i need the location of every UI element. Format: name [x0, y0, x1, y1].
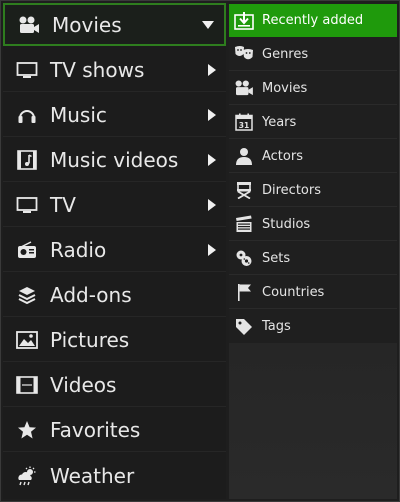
- weather-icon: [16, 465, 38, 487]
- menu-item-label: Pictures: [50, 328, 130, 352]
- submenu-item-label: Directors: [262, 182, 321, 198]
- film-icon: [16, 374, 38, 396]
- submenu-item-tags[interactable]: Tags: [229, 310, 397, 343]
- menu-item-tv[interactable]: TV: [3, 184, 226, 227]
- submenu-item-recently-added[interactable]: Recently added: [229, 4, 397, 37]
- submenu-item-years[interactable]: 31 Years: [229, 106, 397, 139]
- tag-icon: [234, 317, 254, 337]
- menu-item-label: Music: [50, 103, 107, 127]
- submenu-item-label: Genres: [262, 46, 309, 62]
- chevron-right-icon: [208, 109, 216, 121]
- submenu-item-genres[interactable]: Genres: [229, 38, 397, 71]
- submenu-item-label: Countries: [262, 284, 325, 300]
- star-icon: [16, 419, 38, 441]
- tv-icon: [16, 194, 38, 216]
- menu-item-label: TV shows: [50, 58, 145, 82]
- submenu-backdrop: [229, 343, 397, 499]
- radio-icon: [16, 239, 38, 261]
- calendar-day-label: 31: [239, 121, 249, 130]
- menu-item-music-videos[interactable]: Music videos: [3, 139, 226, 182]
- submenu-item-label: Years: [262, 114, 297, 130]
- submenu-item-studios[interactable]: Studios: [229, 208, 397, 241]
- chevron-right-icon: [208, 154, 216, 166]
- submenu-item-countries[interactable]: Countries: [229, 276, 397, 309]
- menu-item-label: Weather: [50, 463, 135, 488]
- director-chair-icon: [234, 180, 254, 200]
- menu-item-music[interactable]: Music: [3, 94, 226, 137]
- menu-item-label: TV: [50, 193, 76, 217]
- menu-item-label: Radio: [50, 238, 107, 262]
- calendar-icon: 31: [234, 112, 254, 132]
- menu-item-favorites[interactable]: Favorites: [3, 409, 226, 452]
- chevron-right-icon: [208, 64, 216, 76]
- menu-item-videos[interactable]: Videos: [3, 364, 226, 407]
- flag-icon: [234, 282, 254, 302]
- submenu-item-label: Movies: [262, 80, 308, 96]
- submenu-item-directors[interactable]: Directors: [229, 174, 397, 207]
- main-menu: Movies TV shows Music Music videos TV Ra…: [3, 3, 226, 499]
- menu-item-label: Videos: [50, 373, 117, 397]
- camera-icon: [234, 78, 254, 98]
- submenu-item-actors[interactable]: Actors: [229, 140, 397, 173]
- submenu-item-label: Sets: [262, 250, 291, 266]
- sets-icon: [234, 248, 254, 268]
- menu-item-weather[interactable]: Weather: [3, 454, 226, 497]
- pictures-icon: [16, 329, 38, 351]
- monitor-icon: [16, 59, 38, 81]
- chevron-down-icon: [202, 20, 214, 29]
- download-icon: [234, 11, 254, 31]
- camera-icon: [18, 14, 40, 36]
- menu-item-label: Favorites: [50, 418, 141, 442]
- menu-item-add-ons[interactable]: Add-ons: [3, 274, 226, 317]
- submenu-item-label: Studios: [262, 216, 311, 232]
- clapperboard-icon: [234, 214, 254, 234]
- menu-item-label: Movies: [52, 12, 122, 37]
- person-icon: [234, 146, 254, 166]
- menu-item-label: Add-ons: [50, 283, 132, 307]
- chevron-right-icon: [208, 199, 216, 211]
- menu-item-pictures[interactable]: Pictures: [3, 319, 226, 362]
- submenu-item-label: Tags: [262, 319, 291, 334]
- masks-icon: [234, 44, 254, 64]
- headphones-icon: [16, 104, 38, 126]
- music-video-icon: [16, 149, 38, 171]
- submenu-item-sets[interactable]: Sets: [229, 242, 397, 275]
- menu-item-tv-shows[interactable]: TV shows: [3, 49, 226, 92]
- submenu-item-label: Recently added: [262, 13, 364, 28]
- chevron-right-icon: [208, 244, 216, 256]
- submenu-item-movies[interactable]: Movies: [229, 72, 397, 105]
- submenu-item-label: Actors: [262, 148, 303, 164]
- menu-item-label: Music videos: [50, 148, 179, 172]
- menu-item-movies[interactable]: Movies: [3, 3, 226, 46]
- submenu-movies: Recently added Genres Movies 31 Years Ac…: [229, 3, 397, 343]
- addons-icon: [16, 284, 38, 306]
- menu-item-radio[interactable]: Radio: [3, 229, 226, 272]
